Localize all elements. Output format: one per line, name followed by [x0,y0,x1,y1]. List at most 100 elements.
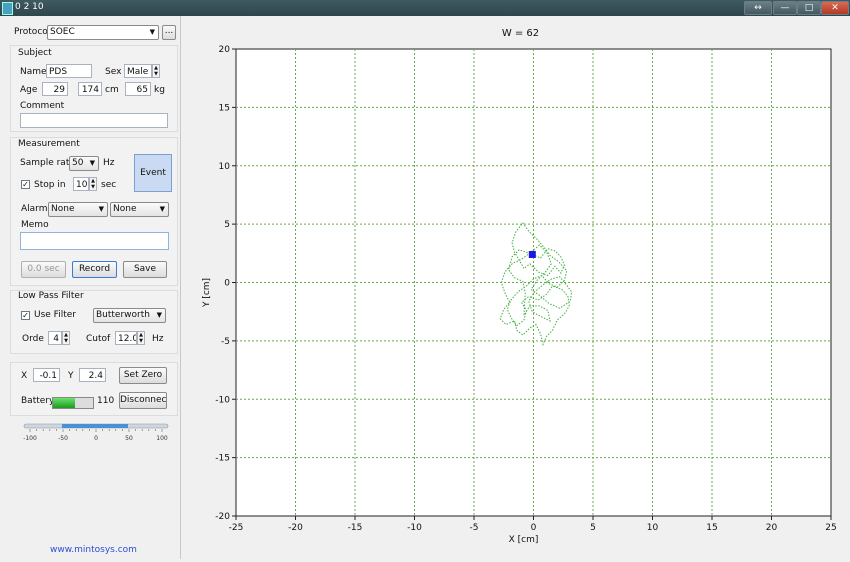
use-filter-checkbox[interactable]: ✓ [21,311,30,320]
x-tick-label: -15 [348,523,363,533]
current-position-marker [528,250,536,258]
name-field[interactable]: PDS [46,64,92,78]
x-tick-label: -5 [470,523,479,533]
battery-fill [53,398,75,408]
stop-in-unit: sec [101,180,117,190]
stop-in-spinner[interactable]: ▲ ▼ [89,177,97,191]
timer-button[interactable]: 0.0 sec [21,261,66,278]
measurement-title: Measurement [18,139,80,149]
scale-tick-label: 0 [94,435,98,442]
chevron-down-icon: ▼ [98,205,104,213]
x-tick-label: -25 [229,523,244,533]
stop-in-checkbox[interactable]: ✓ [21,180,30,189]
height-field[interactable]: 174 [78,82,102,96]
disconnect-button[interactable]: Disconnec [119,392,167,409]
x-tick-label: 25 [825,523,836,533]
chevron-down-icon: ▼ [89,159,95,167]
name-label: Name [20,67,47,77]
sample-rate-label: Sample rate [20,158,75,168]
save-button[interactable]: Save [123,261,167,278]
battery-value: 110 [97,396,115,406]
sample-rate-unit: Hz [103,158,115,168]
battery-label: Battery [21,396,55,406]
x-value-field[interactable]: -0.1 [33,368,60,382]
weight-unit: kg [154,85,165,95]
balance-scale[interactable]: -100 -50 0 50 100 [22,421,170,443]
subject-title: Subject [18,48,52,58]
x-tick-label: 0 [531,523,537,533]
minimize-button[interactable]: — [773,1,797,15]
cutoff-field[interactable]: 12.0 [115,331,137,345]
scale-fill [62,424,128,428]
protocol-value: SOEC [50,27,75,37]
battery-meter [52,397,94,409]
alarm1-select[interactable]: None ▼ [48,202,108,217]
chevron-down-icon: ▼ [149,28,155,36]
scale-tick-label: 100 [156,435,168,442]
memo-field[interactable] [20,232,169,250]
alarm1-value: None [51,204,75,214]
age-field[interactable]: 29 [42,82,68,96]
chevron-down-icon: ▼ [159,205,165,213]
order-spinner[interactable]: ▲ ▼ [62,331,70,345]
cutoff-unit: Hz [152,334,164,344]
comment-field[interactable] [20,113,168,128]
y-tick-label: -15 [215,454,230,464]
y-tick-label: 20 [219,45,231,55]
event-button[interactable]: Event [134,154,172,192]
protocol-label: Protocol [14,27,51,37]
x-tick-label: 15 [706,523,717,533]
y-tick-label: -20 [215,512,230,522]
restore-arrows-button[interactable]: ↔ [744,1,772,15]
order-field[interactable]: 4 [48,331,62,345]
alarm2-select[interactable]: None ▼ [110,202,169,217]
sex-label: Sex [105,67,122,77]
scale-tick-label: -50 [58,435,68,442]
x-tick-label: 5 [590,523,596,533]
x-label: X [21,371,28,381]
sample-rate-select[interactable]: 50 ▼ [69,156,99,171]
filter-type-value: Butterworth [96,310,150,320]
set-zero-button[interactable]: Set Zero [119,367,167,384]
stop-in-field[interactable]: 10 [73,177,89,191]
use-filter-label: Use Filter [34,310,76,320]
chart-title: W = 62 [502,28,539,39]
order-label: Orde [22,334,44,344]
close-button[interactable]: ✕ [821,1,849,15]
y-value-field[interactable]: 2.4 [79,368,106,382]
y-tick-label: -10 [215,395,230,405]
filter-type-select[interactable]: Butterworth ▼ [93,308,166,323]
maximize-button[interactable]: □ [797,1,821,15]
x-tick-label: -10 [407,523,422,533]
y-tick-label: 5 [224,220,230,230]
sample-rate-value: 50 [72,158,84,168]
stabilogram-chart: -25 -20 -15 -10 -5 0 5 10 15 20 25-20-15-10-505101… [202,28,837,545]
x-tick-label: -20 [288,523,303,533]
x-tick-label: 20 [766,523,778,533]
scale-tick-label: -100 [23,435,37,442]
website-link[interactable]: www.mintosys.com [50,545,137,555]
stop-in-label: Stop in [34,180,66,190]
x-axis-label: X [cm] [509,535,539,545]
sex-spinner[interactable]: ▲ ▼ [152,64,160,78]
scale-ticks: -100 -50 0 50 100 [23,429,168,442]
y-label: Y [68,371,74,381]
y-tick-label: -5 [221,337,230,347]
title-bar: 0 2 10 ↔ — □ ✕ [0,0,850,16]
memo-label: Memo [21,220,49,230]
protocol-browse-button[interactable]: ... [162,25,176,40]
weight-field[interactable]: 65 [125,82,151,96]
record-button[interactable]: Record [72,261,117,278]
cutoff-spinner[interactable]: ▲ ▼ [137,331,145,345]
scale-tick-label: 50 [125,435,133,442]
protocol-select[interactable]: SOEC ▼ [47,25,159,40]
window-title: 0 2 10 [15,2,44,12]
x-tick-label: 10 [647,523,659,533]
y-tick-label: 15 [219,103,230,113]
app-icon [2,2,13,15]
y-tick-label: 10 [219,162,231,172]
chevron-down-icon: ▼ [156,311,162,319]
alarm-label: Alarm [21,204,48,214]
filter-title: Low Pass Filter [18,291,84,301]
sex-field[interactable]: Male [124,64,152,78]
